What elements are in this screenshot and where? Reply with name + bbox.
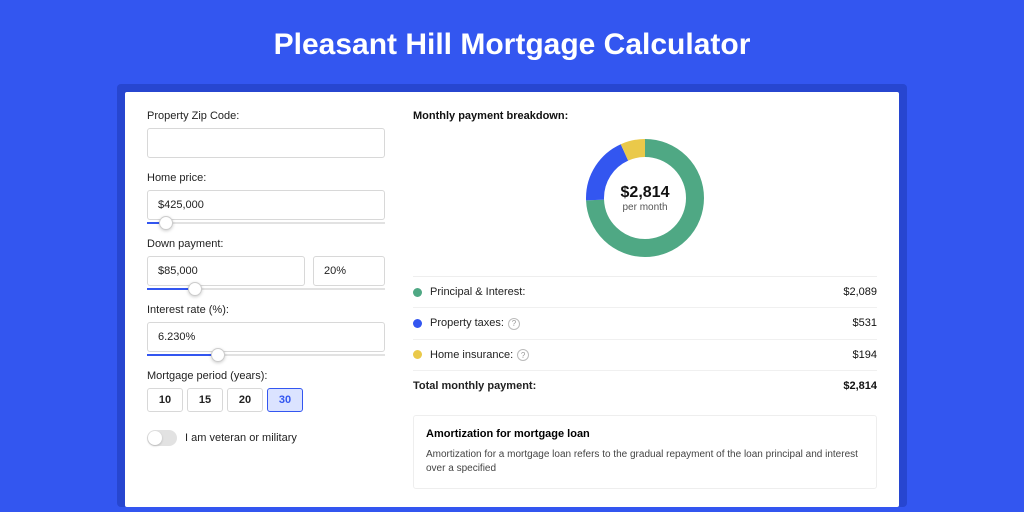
donut-chart-wrap: $2,814 per month	[413, 128, 877, 276]
price-input[interactable]	[147, 190, 385, 220]
toggle-knob	[148, 431, 162, 445]
downpayment-amount-input[interactable]	[147, 256, 305, 286]
zip-label: Property Zip Code:	[147, 110, 385, 122]
period-label: Mortgage period (years):	[147, 370, 385, 382]
zip-field: Property Zip Code:	[147, 110, 385, 158]
downpayment-slider[interactable]	[147, 288, 385, 290]
rate-slider-fill	[147, 354, 218, 356]
donut-chart: $2,814 per month	[585, 138, 705, 258]
period-option-30[interactable]: 30	[267, 388, 303, 412]
downpayment-percent-input[interactable]	[313, 256, 385, 286]
downpayment-label: Down payment:	[147, 238, 385, 250]
donut-sub: per month	[622, 202, 667, 213]
legend-total-value: $2,814	[843, 380, 877, 392]
rate-slider[interactable]	[147, 354, 385, 356]
downpayment-field: Down payment:	[147, 238, 385, 290]
rate-slider-thumb[interactable]	[211, 348, 225, 362]
rate-input[interactable]	[147, 322, 385, 352]
legend-row-total: Total monthly payment:$2,814	[413, 371, 877, 401]
legend-value: $2,089	[843, 286, 877, 298]
downpayment-slider-thumb[interactable]	[188, 282, 202, 296]
price-label: Home price:	[147, 172, 385, 184]
help-icon[interactable]: ?	[517, 349, 529, 361]
page-title: Pleasant Hill Mortgage Calculator	[0, 0, 1024, 84]
form-column: Property Zip Code: Home price: Down paym…	[147, 110, 385, 489]
donut-amount: $2,814	[621, 184, 670, 202]
amortization-card: Amortization for mortgage loan Amortizat…	[413, 415, 877, 489]
period-option-15[interactable]: 15	[187, 388, 223, 412]
period-options: 10152030	[147, 388, 385, 412]
price-slider[interactable]	[147, 222, 385, 224]
legend-label: Property taxes:?	[430, 317, 853, 330]
legend-row: Principal & Interest:$2,089	[413, 277, 877, 308]
period-option-20[interactable]: 20	[227, 388, 263, 412]
rate-field: Interest rate (%):	[147, 304, 385, 356]
amortization-text: Amortization for a mortgage loan refers …	[426, 448, 864, 476]
zip-input[interactable]	[147, 128, 385, 158]
legend-value: $531	[853, 317, 877, 329]
legend-value: $194	[853, 349, 877, 361]
veteran-label: I am veteran or military	[185, 432, 297, 444]
calculator-panel-shadow: Property Zip Code: Home price: Down paym…	[117, 84, 907, 507]
rate-label: Interest rate (%):	[147, 304, 385, 316]
veteran-toggle[interactable]	[147, 430, 177, 446]
period-option-10[interactable]: 10	[147, 388, 183, 412]
legend-label: Home insurance:?	[430, 349, 853, 362]
legend-dot	[413, 350, 422, 359]
legend-dot	[413, 288, 422, 297]
legend-total-label: Total monthly payment:	[413, 380, 843, 392]
donut-center: $2,814 per month	[585, 138, 705, 258]
breakdown-title: Monthly payment breakdown:	[413, 110, 877, 122]
price-slider-thumb[interactable]	[159, 216, 173, 230]
legend-row: Property taxes:?$531	[413, 308, 877, 340]
breakdown-column: Monthly payment breakdown: $2,814 per mo…	[413, 110, 877, 489]
calculator-panel: Property Zip Code: Home price: Down paym…	[125, 92, 899, 507]
legend-label: Principal & Interest:	[430, 286, 843, 298]
legend-row: Home insurance:?$194	[413, 340, 877, 372]
legend-dot	[413, 319, 422, 328]
veteran-row: I am veteran or military	[147, 430, 385, 446]
amortization-title: Amortization for mortgage loan	[426, 428, 864, 440]
help-icon[interactable]: ?	[508, 318, 520, 330]
period-field: Mortgage period (years): 10152030	[147, 370, 385, 412]
legend: Principal & Interest:$2,089Property taxe…	[413, 276, 877, 401]
price-field: Home price:	[147, 172, 385, 224]
